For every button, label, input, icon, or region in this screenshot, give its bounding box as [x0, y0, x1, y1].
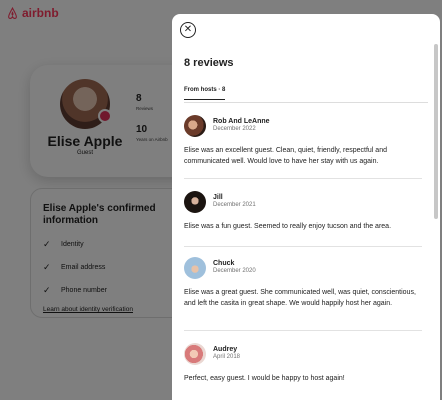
- review-date: April 2018: [213, 354, 241, 361]
- reviewer-avatar[interactable]: [184, 257, 206, 279]
- reviewer-name[interactable]: Audrey: [213, 346, 240, 354]
- reviewer-name[interactable]: Jill: [213, 194, 256, 202]
- review-item: Rob And LeAnne December 2022 Elise was a…: [184, 114, 422, 179]
- review-text: Perfect, easy guest. I would be happy to…: [184, 375, 345, 382]
- review-date: December 2022: [213, 126, 256, 133]
- review-date: December 2021: [213, 202, 256, 209]
- reviewer-avatar[interactable]: [184, 191, 206, 213]
- review-item: Jill December 2021 Elise was a fun guest…: [184, 190, 422, 247]
- reviews-modal: ✕ 8 reviews From hosts · 8 Rob And LeAnn…: [172, 14, 440, 400]
- reviewer-name[interactable]: Rob And LeAnne: [213, 118, 270, 126]
- reviewer-avatar[interactable]: [184, 115, 206, 137]
- review-item: Audrey April 2018 Perfect, easy guest. I…: [184, 342, 422, 392]
- review-date: December 2020: [213, 268, 256, 275]
- review-text: Elise was a great guest. She communicate…: [184, 289, 416, 307]
- review-item: Chuck December 2020 Elise was a great gu…: [184, 256, 422, 331]
- modal-title: 8 reviews: [184, 57, 234, 69]
- review-text: Elise was a fun guest. Seemed to really …: [184, 223, 392, 230]
- close-button[interactable]: ✕: [180, 22, 196, 38]
- reviewer-avatar[interactable]: [184, 343, 206, 365]
- tab-divider: [184, 102, 428, 103]
- close-icon: ✕: [183, 24, 193, 35]
- review-text: Elise was an excellent guest. Clean, qui…: [184, 147, 387, 165]
- reviewer-name[interactable]: Chuck: [213, 260, 256, 268]
- tab-from-hosts[interactable]: From hosts · 8: [184, 87, 226, 100]
- scrollbar-thumb[interactable]: [434, 44, 438, 219]
